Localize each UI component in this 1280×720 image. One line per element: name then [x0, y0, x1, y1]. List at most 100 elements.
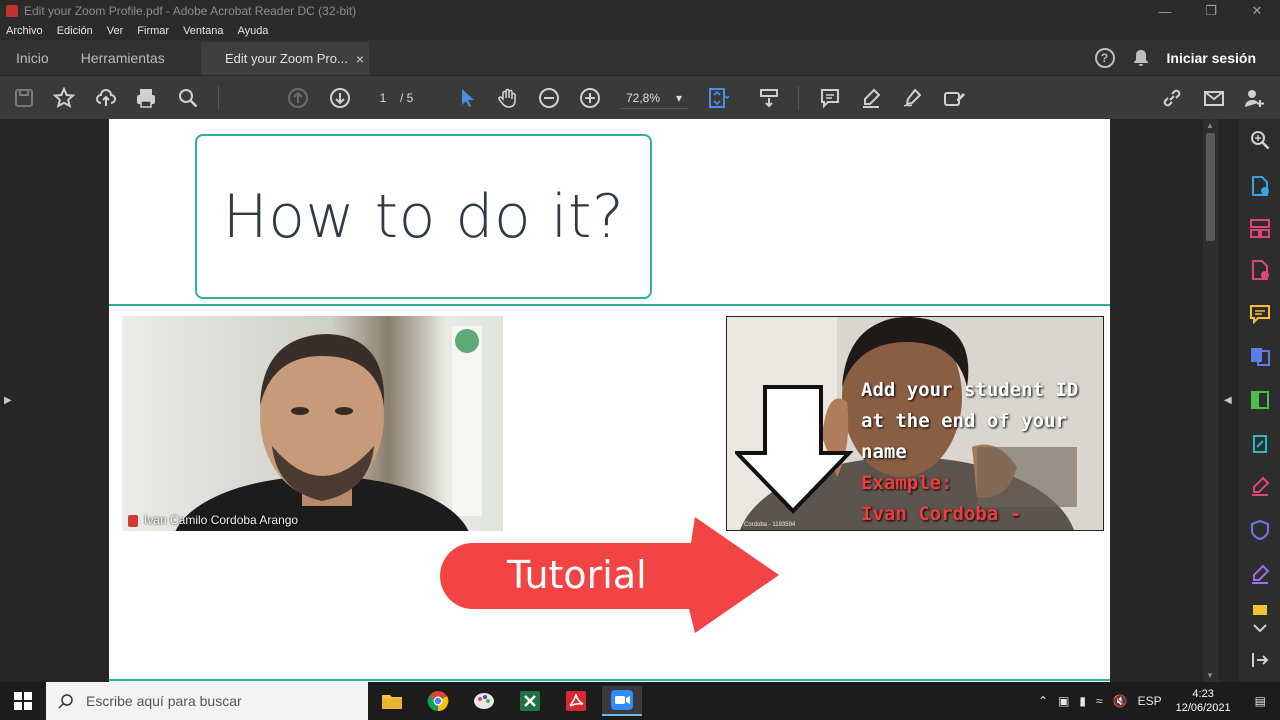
clock[interactable]: 4:23 12/06/2021	[1176, 687, 1231, 715]
sign-in-button[interactable]: Iniciar sesión	[1167, 50, 1256, 66]
save-icon[interactable]	[12, 86, 36, 110]
window-controls: — ❐ ✕	[1142, 0, 1280, 22]
slide-title: How to do it?	[222, 181, 625, 252]
restore-icon[interactable]: ❐	[1188, 0, 1234, 22]
file-explorer-icon[interactable]	[372, 686, 412, 716]
print-icon[interactable]	[134, 86, 158, 110]
export-pdf-icon[interactable]	[1249, 175, 1271, 197]
left-panel-toggle-icon[interactable]: ▶	[4, 395, 12, 406]
clock-time: 4:23	[1192, 688, 1214, 700]
scroll-mode-icon[interactable]	[757, 86, 781, 110]
network-icon[interactable]: ≈	[1096, 694, 1103, 708]
toolbar-separator	[798, 86, 799, 110]
zoom-in-icon[interactable]	[578, 86, 602, 110]
participant-name: Ivan Camilo Cordoba Arango	[144, 513, 299, 527]
volume-muted-icon[interactable]: 🔇	[1113, 694, 1128, 708]
menu-firmar[interactable]: Firmar	[137, 25, 169, 37]
hand-tool-icon[interactable]	[496, 86, 520, 110]
combine-files-icon[interactable]	[1249, 345, 1271, 367]
add-user-icon[interactable]	[1242, 86, 1266, 110]
zoom-level-value: 72,8%	[626, 90, 661, 105]
tutorial-label: Tutorial	[507, 553, 647, 597]
system-tray: ⌃ ▣ ▮ ≈ 🔇 ESP 4:23 12/06/2021 ▤	[1028, 682, 1280, 720]
search-icon[interactable]	[1249, 129, 1271, 151]
chevron-up-icon[interactable]: ⌃	[1038, 694, 1048, 708]
star-icon[interactable]	[52, 86, 76, 110]
tray-app-icon[interactable]: ▣	[1058, 694, 1069, 708]
vertical-scrollbar[interactable]: ▲ ▼	[1203, 119, 1218, 682]
acrobat-window: Edit your Zoom Profile.pdf - Adobe Acrob…	[0, 0, 1280, 720]
create-pdf-icon[interactable]	[1249, 259, 1271, 281]
overlay-line: at the end of your	[861, 410, 1067, 432]
select-cursor-icon[interactable]	[455, 86, 479, 110]
slide-title-box: How to do it?	[195, 134, 652, 299]
toolbar-separator	[218, 86, 219, 110]
chrome-icon[interactable]	[418, 686, 458, 716]
windows-taskbar: Escribe aquí para buscar ⌃ ▣ ▮ ≈ 🔇 ESP 4…	[0, 682, 1280, 720]
battery-icon[interactable]: ▮	[1079, 694, 1086, 708]
acrobat-taskbar-icon[interactable]	[556, 686, 596, 716]
webcam-photo	[122, 316, 503, 531]
overlay-line: Add your student ID	[861, 379, 1079, 401]
protect-shield-icon[interactable]	[1249, 519, 1271, 541]
draw-sign-icon[interactable]	[900, 86, 924, 110]
right-panel-toggle-icon[interactable]: ◀	[1224, 395, 1232, 406]
fill-sign-icon[interactable]	[942, 86, 966, 110]
page-number-input[interactable]: 1	[369, 88, 397, 108]
comment-icon[interactable]	[818, 86, 842, 110]
window-title: Edit your Zoom Profile.pdf - Adobe Acrob…	[24, 4, 357, 18]
fit-page-icon[interactable]	[706, 86, 730, 110]
email-icon[interactable]	[1202, 86, 1226, 110]
excel-icon[interactable]	[510, 686, 550, 716]
zoom-video-thumbnail-2: Add your student ID at the end of your n…	[726, 316, 1104, 531]
search-zoom-icon[interactable]	[176, 86, 200, 110]
pdf-page: How to do it? Ivan Camilo Cordoba Arango…	[109, 119, 1110, 682]
tab-bar: Inicio Herramientas Edit your Zoom Pro..…	[0, 40, 1280, 75]
request-signature-icon[interactable]	[1249, 563, 1271, 585]
language-indicator[interactable]: ESP	[1138, 694, 1162, 708]
help-icon[interactable]: ?	[1094, 47, 1115, 68]
tab-herramientas[interactable]: Herramientas	[65, 50, 181, 66]
tab-inicio[interactable]: Inicio	[0, 50, 65, 66]
notifications-icon[interactable]: ▤	[1255, 694, 1266, 708]
chevron-down-icon[interactable]	[1249, 617, 1271, 639]
zoom-video-thumbnail-1: Ivan Camilo Cordoba Arango	[122, 316, 503, 531]
start-button[interactable]	[0, 682, 46, 720]
document-tab-label: Edit your Zoom Pro...	[225, 51, 348, 66]
close-window-icon[interactable]: ✕	[1234, 0, 1280, 22]
paint-icon[interactable]	[464, 686, 504, 716]
minimize-icon[interactable]: —	[1142, 0, 1188, 22]
scroll-up-icon[interactable]: ▲	[1206, 121, 1214, 130]
compress-pdf-icon[interactable]	[1249, 389, 1271, 411]
zoom-app-icon[interactable]	[602, 686, 642, 716]
bell-icon[interactable]	[1133, 49, 1149, 67]
chevron-down-icon: ▾	[675, 90, 682, 105]
organize-pages-icon[interactable]	[1249, 217, 1271, 239]
fill-sign-tool-icon[interactable]	[1249, 475, 1271, 497]
menu-ayuda[interactable]: Ayuda	[237, 25, 268, 37]
search-placeholder: Escribe aquí para buscar	[86, 693, 242, 709]
taskbar-search[interactable]: Escribe aquí para buscar	[46, 682, 368, 720]
scrollbar-thumb[interactable]	[1206, 133, 1215, 241]
menu-edicion[interactable]: Edición	[57, 25, 93, 37]
page-total: / 5	[400, 91, 414, 105]
zoom-out-icon[interactable]	[537, 86, 561, 110]
edit-pdf-icon[interactable]	[1249, 433, 1271, 455]
menu-ventana[interactable]: Ventana	[183, 25, 223, 37]
upload-cloud-icon[interactable]	[94, 86, 118, 110]
collapse-pane-icon[interactable]	[1249, 649, 1271, 671]
zoom-level-select[interactable]: 72,8% ▾	[620, 87, 688, 109]
down-arrow-icon	[735, 385, 853, 514]
previous-page-icon[interactable]	[286, 86, 310, 110]
menu-ver[interactable]: Ver	[107, 25, 124, 37]
highlight-pen-icon[interactable]	[859, 86, 883, 110]
overlay-instructions: Add your student ID at the end of your n…	[861, 375, 1101, 530]
scroll-down-icon[interactable]: ▼	[1206, 671, 1214, 680]
account-area: ? Iniciar sesión	[1094, 40, 1256, 75]
share-link-icon[interactable]	[1160, 86, 1184, 110]
comment-tool-icon[interactable]	[1249, 303, 1271, 325]
menu-archivo[interactable]: Archivo	[6, 25, 43, 37]
close-tab-icon[interactable]: ×	[356, 51, 364, 67]
next-page-icon[interactable]	[328, 86, 352, 110]
tab-document[interactable]: Edit your Zoom Pro... ×	[201, 42, 369, 75]
